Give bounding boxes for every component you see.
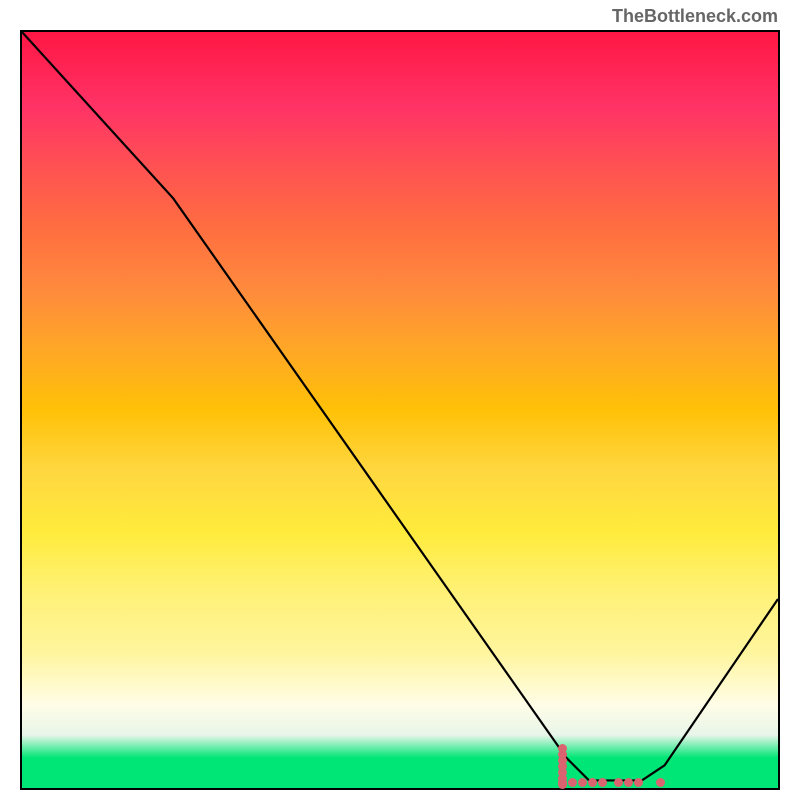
marker-dot: [558, 778, 567, 787]
marker-dot: [558, 774, 567, 783]
marker-dot: [558, 780, 567, 789]
marker-dot: [588, 778, 597, 787]
curve-svg: [22, 32, 778, 788]
marker-dot: [558, 744, 567, 753]
plot-area: [20, 30, 780, 790]
marker-dot: [558, 750, 567, 759]
marker-dot: [558, 768, 567, 777]
marker-dot: [614, 778, 623, 787]
bottleneck-curve-path: [22, 32, 778, 780]
marker-dot: [624, 778, 633, 787]
marker-dot: [558, 756, 567, 765]
marker-dot: [568, 778, 577, 787]
marker-dot: [598, 778, 607, 787]
chart-container: TheBottleneck.com: [0, 0, 800, 800]
marker-dot: [656, 778, 665, 787]
marker-dot: [578, 778, 587, 787]
marker-dot: [558, 762, 567, 771]
attribution-label: TheBottleneck.com: [612, 6, 778, 27]
marker-dot: [634, 778, 643, 787]
